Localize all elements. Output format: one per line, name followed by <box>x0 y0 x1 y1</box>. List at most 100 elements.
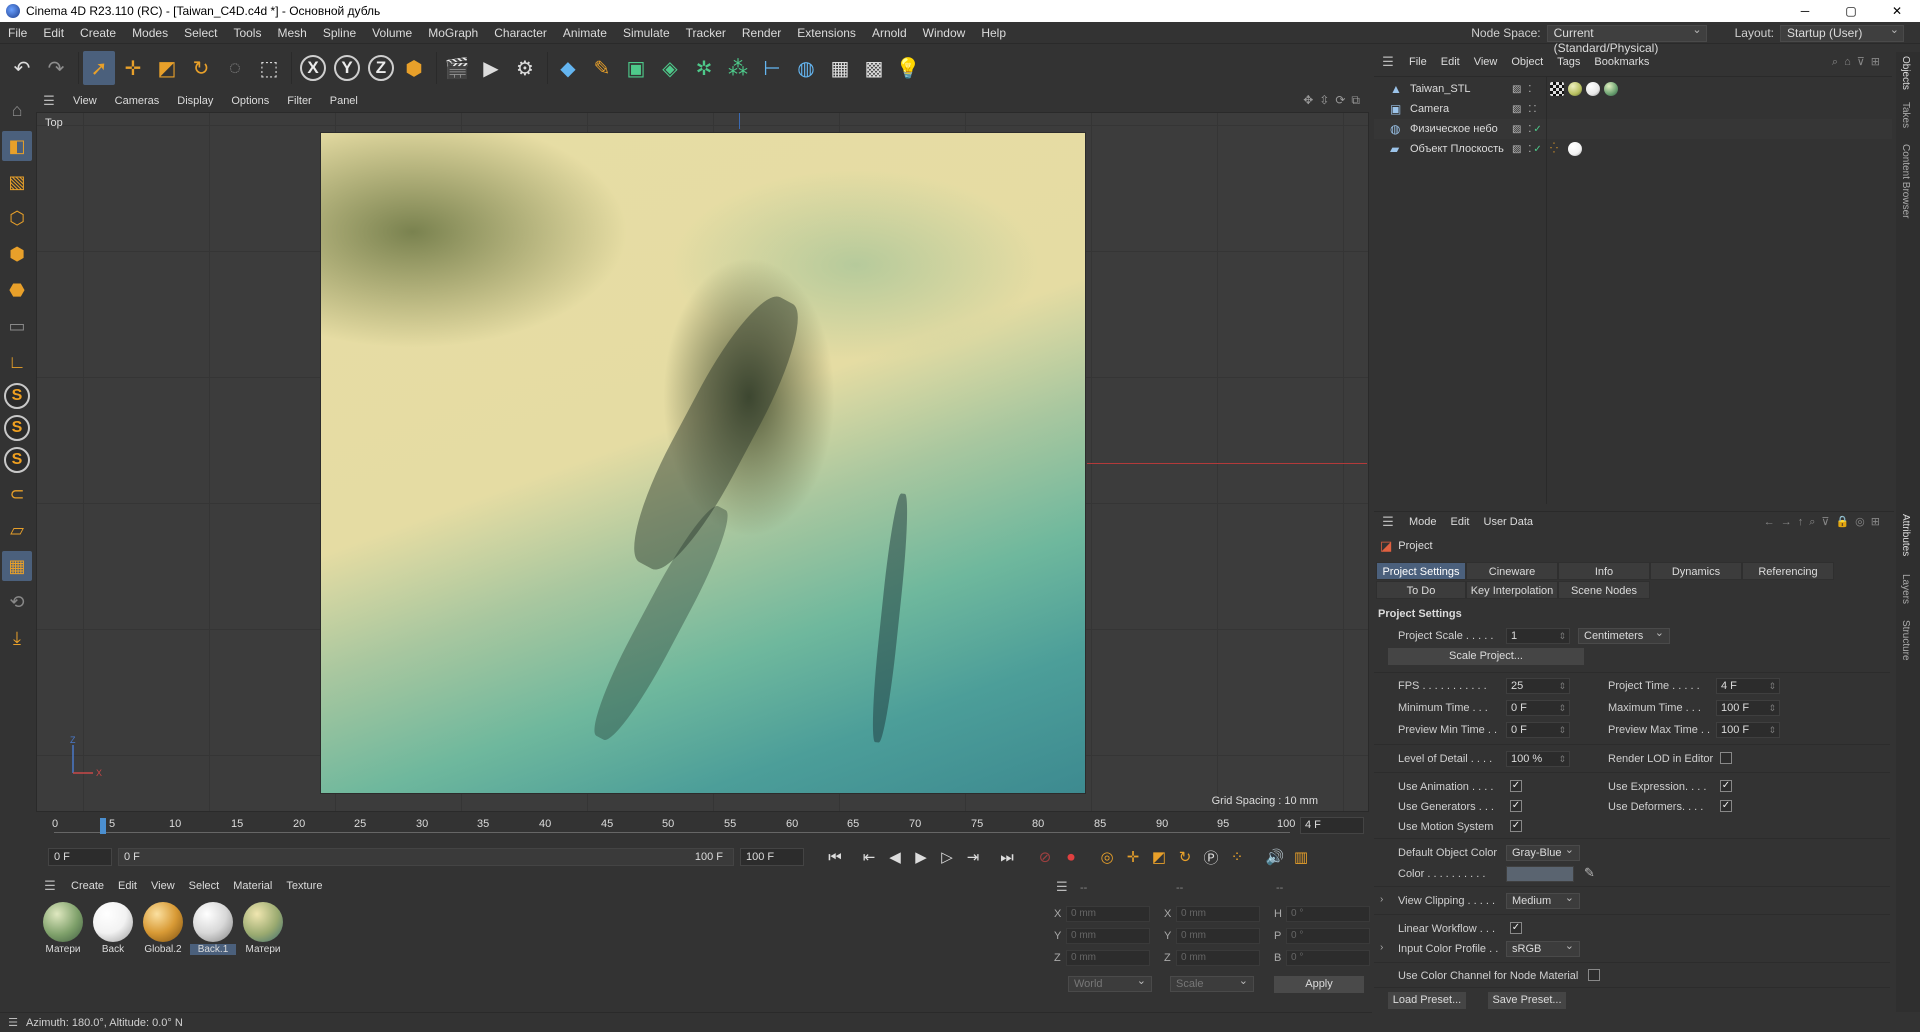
minimum-time-field[interactable]: 0 F <box>1506 700 1570 716</box>
record-parameter-icon[interactable]: Ⓟ <box>1198 846 1224 868</box>
redo-icon[interactable]: ↷ <box>40 51 72 85</box>
position-z-field[interactable]: 0 mm <box>1066 950 1150 966</box>
workplane-icon[interactable]: ▱ <box>2 515 32 545</box>
field-icon[interactable]: ◍ <box>790 51 822 85</box>
material-item[interactable]: Global.2 <box>140 900 186 960</box>
floor-environment-icon[interactable]: ▦ <box>824 51 856 85</box>
use-motion-system-checkbox[interactable]: ✓ <box>1510 820 1522 832</box>
sound-icon[interactable]: 🔊 <box>1262 846 1288 868</box>
points-mode-icon[interactable]: ⬡ <box>2 203 32 233</box>
side-tab-takes[interactable]: Takes <box>1900 102 1911 128</box>
subdivision-surface-icon[interactable]: ▣ <box>620 51 652 85</box>
fps-field[interactable]: 25 <box>1506 678 1570 694</box>
current-frame-field[interactable]: 4 F <box>1300 817 1364 834</box>
tab-project-settings[interactable]: Project Settings <box>1376 562 1466 580</box>
uv-mode-icon[interactable]: ▭ <box>2 311 32 341</box>
menu-window[interactable]: Window <box>915 22 974 44</box>
expand-arrow-icon[interactable]: › <box>1380 894 1383 905</box>
viewport-navigation-icons[interactable]: ✥⇳⟳⧉ <box>1303 93 1366 108</box>
next-key-icon[interactable]: ⇥ <box>960 846 986 868</box>
menu-file[interactable]: File <box>0 22 35 44</box>
maximum-time-field[interactable]: 100 F <box>1716 700 1780 716</box>
visibility-flags[interactable]: ▨ ⁚✓ <box>1512 144 1544 155</box>
color-swatch[interactable] <box>1506 866 1574 882</box>
menu-simulate[interactable]: Simulate <box>615 22 678 44</box>
record-position-icon[interactable]: ✛ <box>1120 846 1146 868</box>
record-rotation-icon[interactable]: ↻ <box>1172 846 1198 868</box>
object-menu-view[interactable]: View <box>1467 56 1505 68</box>
cube-primitive-icon[interactable]: ◆ <box>552 51 584 85</box>
object-menu-bookmarks[interactable]: Bookmarks <box>1587 56 1656 68</box>
render-picture-viewer-icon[interactable]: ▶ <box>475 51 507 85</box>
go-to-end-icon[interactable]: ⏭ <box>994 846 1020 868</box>
go-to-start-icon[interactable]: ⏮ <box>822 846 848 868</box>
material-tag-icon[interactable] <box>1586 82 1600 96</box>
use-animation-checkbox[interactable]: ✓ <box>1510 780 1522 792</box>
close-button[interactable]: ✕ <box>1874 0 1920 22</box>
timeline-playhead[interactable] <box>100 818 106 834</box>
default-object-color-dropdown[interactable]: Gray-Blue <box>1506 843 1580 861</box>
camera-icon[interactable]: ▩ <box>858 51 890 85</box>
apply-button[interactable]: Apply <box>1274 976 1364 993</box>
size-x-field[interactable]: 0 mm <box>1176 906 1260 922</box>
coordinate-system-icon[interactable]: ⬢ <box>398 51 430 85</box>
minimize-button[interactable]: ─ <box>1782 0 1828 22</box>
record-active-icon[interactable]: ⊘ <box>1032 846 1058 868</box>
menu-render[interactable]: Render <box>734 22 789 44</box>
viewport-top[interactable]: Top Z X Grid Spacing : 10 mm <box>36 112 1369 812</box>
polygons-mode-icon[interactable]: ⬣ <box>2 275 32 305</box>
mograph-icon[interactable]: ⁂ <box>722 51 754 85</box>
previous-key-icon[interactable]: ⇤ <box>856 846 882 868</box>
status-menu-icon[interactable]: ☰ <box>0 1016 26 1029</box>
save-preset-button[interactable]: Save Preset... <box>1488 992 1566 1009</box>
phong-tag-icon[interactable] <box>1550 82 1564 96</box>
project-scale-unit-dropdown[interactable]: Centimeters <box>1578 626 1670 644</box>
material-menu-edit[interactable]: Edit <box>111 880 144 892</box>
size-y-field[interactable]: 0 mm <box>1176 928 1260 944</box>
tab-cineware[interactable]: Cineware <box>1466 562 1558 580</box>
side-tab-content-browser[interactable]: Content Browser <box>1900 144 1911 218</box>
project-time-field[interactable]: 4 F <box>1716 678 1780 694</box>
menu-create[interactable]: Create <box>72 22 124 44</box>
maximize-button[interactable]: ▢ <box>1828 0 1874 22</box>
viewport-menu-display[interactable]: Display <box>168 95 222 107</box>
layout-dropdown[interactable]: Startup (User) <box>1780 23 1904 42</box>
menu-select[interactable]: Select <box>176 22 225 44</box>
rotation-p-field[interactable]: 0 ° <box>1286 928 1370 944</box>
render-settings-icon[interactable]: ⚙ <box>509 51 541 85</box>
viewport-menu-icon[interactable]: ☰ <box>34 93 64 109</box>
move-tool-icon[interactable]: ✛ <box>117 51 149 85</box>
object-manager-menu-icon[interactable]: ☰ <box>1374 54 1402 70</box>
use-color-channel-checkbox[interactable] <box>1588 969 1600 981</box>
material-tag-icon[interactable] <box>1568 142 1582 156</box>
use-generators-checkbox[interactable]: ✓ <box>1510 800 1522 812</box>
workplane-align-icon[interactable]: ⟲ <box>2 587 32 617</box>
menu-tools[interactable]: Tools <box>225 22 269 44</box>
next-frame-icon[interactable]: ▷ <box>934 846 960 868</box>
viewport-menu-panel[interactable]: Panel <box>321 95 367 107</box>
viewport-menu-view[interactable]: View <box>64 95 106 107</box>
side-tab-attributes[interactable]: Attributes <box>1900 514 1911 556</box>
menu-mesh[interactable]: Mesh <box>269 22 314 44</box>
edges-mode-icon[interactable]: ⬢ <box>2 239 32 269</box>
extrude-generator-icon[interactable]: ◈ <box>654 51 686 85</box>
object-row-plane[interactable]: ▰ Объект Плоскость ▨ ⁚✓ ⁛ <box>1374 139 1892 159</box>
menu-tracker[interactable]: Tracker <box>678 22 734 44</box>
side-tab-structure[interactable]: Structure <box>1900 620 1911 661</box>
record-scale-icon[interactable]: ◩ <box>1146 846 1172 868</box>
attribute-menu-user-data[interactable]: User Data <box>1477 516 1541 528</box>
rotation-h-field[interactable]: 0 ° <box>1286 906 1370 922</box>
make-editable-icon[interactable]: ⌂ <box>2 95 32 125</box>
autokey-icon[interactable]: ⏺ <box>1058 846 1084 868</box>
tab-dynamics[interactable]: Dynamics <box>1650 562 1742 580</box>
model-mode-icon[interactable]: ◧ <box>2 131 32 161</box>
size-mode-dropdown[interactable]: Scale <box>1170 974 1254 992</box>
linear-workflow-checkbox[interactable]: ✓ <box>1510 922 1522 934</box>
material-menu-texture[interactable]: Texture <box>279 880 329 892</box>
menu-character[interactable]: Character <box>486 22 555 44</box>
snap-icon[interactable]: ⬚ <box>253 51 285 85</box>
visibility-flags[interactable]: ▨ ⁚✓ <box>1512 124 1544 135</box>
attribute-manager-menu-icon[interactable]: ☰ <box>1374 514 1402 530</box>
material-menu-create[interactable]: Create <box>64 880 111 892</box>
solo-icon[interactable]: S <box>4 383 30 409</box>
